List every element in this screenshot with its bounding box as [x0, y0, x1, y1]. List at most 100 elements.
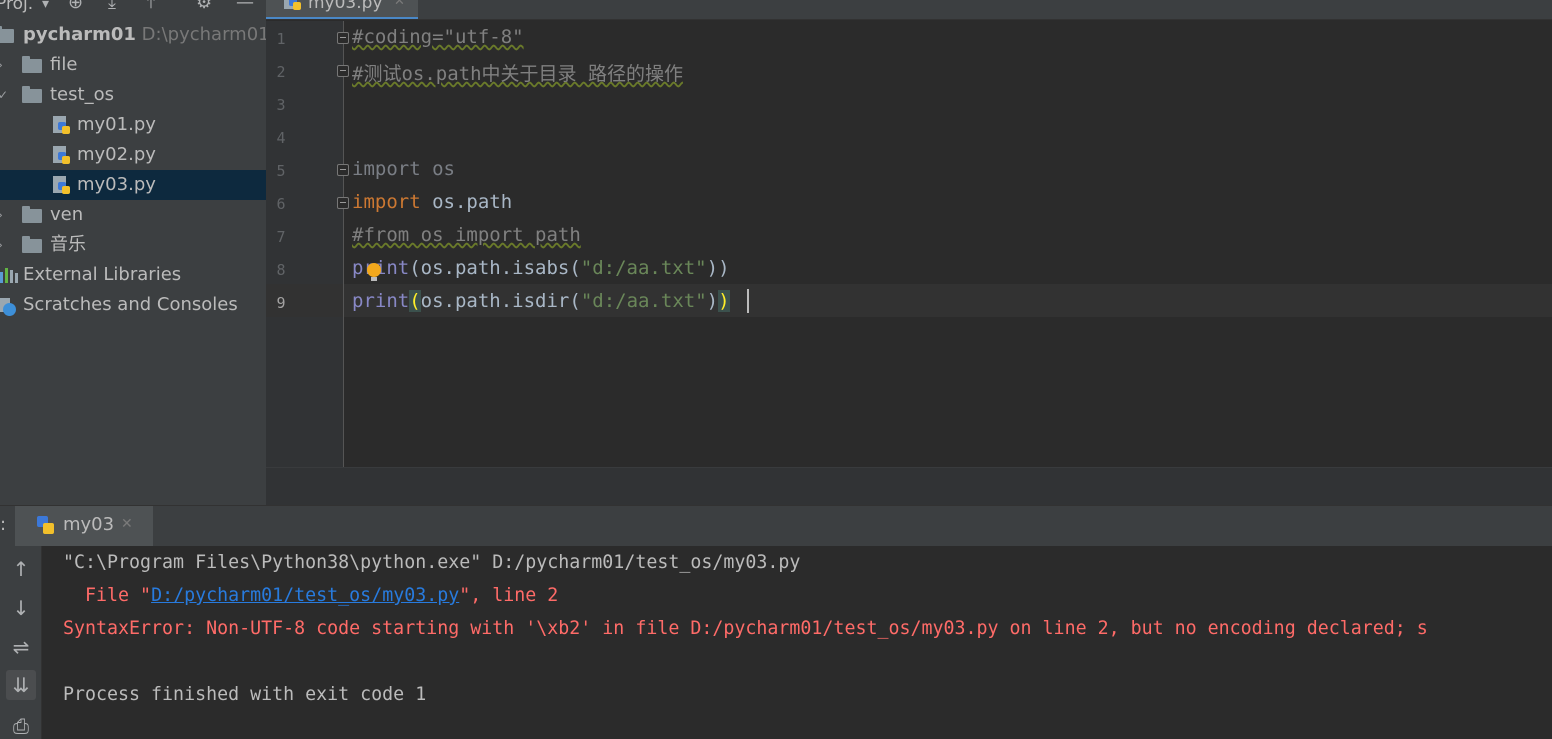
line-number: 2: [276, 63, 286, 81]
code-text: ): [706, 290, 719, 312]
tree-item-scratches[interactable]: Scratches and Consoles: [0, 290, 266, 320]
collapse-all-icon[interactable]: ⤒: [147, 0, 155, 13]
tree-item-external-libraries[interactable]: External Libraries: [0, 260, 266, 290]
text-caret: [747, 289, 749, 313]
locate-target-icon[interactable]: ⊕: [68, 0, 83, 13]
console-line-exit: Process finished with exit code 1: [63, 684, 427, 705]
tree-item-my03[interactable]: my03.py: [0, 170, 266, 200]
line-number: 5: [276, 162, 286, 180]
folder-icon: [0, 26, 14, 43]
python-icon: [35, 516, 55, 536]
code-text: os.path.isdir(: [420, 290, 581, 312]
line-number: 3: [276, 96, 286, 114]
tree-item-label: External Libraries: [23, 264, 182, 285]
tree-item-label: test_os: [50, 84, 114, 105]
editor-breadcrumb-bar: [266, 467, 1552, 505]
chevron-right-icon[interactable]: ›: [0, 230, 3, 260]
comment: #coding="utf-8": [352, 26, 524, 48]
tab-label: my03.py: [308, 0, 383, 13]
tree-item-test-os[interactable]: ✓ test_os: [0, 80, 266, 110]
project-tool-window: Proj. ▾ ⊕ ⤓ ⤒ ⚙ — pycharm01 D:\pycharm01…: [0, 0, 270, 505]
tree-item-music[interactable]: › 音乐: [0, 230, 266, 260]
root-folder-name: pycharm01: [23, 24, 136, 45]
tree-item-file[interactable]: › file: [0, 50, 266, 80]
fold-marker-icon[interactable]: [337, 164, 349, 176]
console-text: ", line 2: [459, 585, 559, 606]
fold-marker-icon[interactable]: [337, 197, 349, 209]
code-line-7: #from os import path: [352, 224, 581, 246]
comment: #from os import path: [352, 224, 581, 246]
code-line-6: import os.path: [352, 191, 512, 213]
run-title-fragment: :: [0, 514, 7, 535]
editor-tab-bar: my03.py ✕: [266, 0, 1552, 20]
tree-item-label: ven: [50, 204, 84, 225]
dropdown-arrow-icon[interactable]: ▾: [42, 0, 49, 12]
fold-marker-icon[interactable]: [337, 32, 349, 44]
fold-marker-icon[interactable]: [337, 65, 349, 77]
tree-item-label: 音乐: [50, 234, 86, 255]
tree-item-label: file: [50, 54, 78, 75]
arrow-down-icon[interactable]: ↓: [6, 593, 36, 623]
code-text: (os.path.isabs(: [409, 257, 581, 279]
code-text: )): [706, 257, 730, 279]
code-line-8: print(os.path.isabs("d:/aa.txt")): [352, 257, 730, 279]
line-number: 8: [276, 261, 286, 279]
string-literal: "d:/aa.txt": [580, 257, 707, 279]
arrow-up-icon[interactable]: ↑: [6, 554, 36, 584]
project-tree: pycharm01 D:\pycharm01 › file ✓ test_os …: [0, 20, 270, 320]
tree-item-label: my02.py: [77, 144, 156, 165]
project-toolbar: Proj. ▾ ⊕ ⤓ ⤒ ⚙ —: [0, 0, 266, 20]
gutter-divider: [343, 21, 344, 467]
python-file-icon: [282, 0, 302, 12]
console-line-command: "C:\Program Files\Python38\python.exe" D…: [63, 552, 801, 573]
keyword: import: [352, 191, 421, 213]
hide-icon[interactable]: —: [236, 0, 254, 13]
close-icon[interactable]: ✕: [121, 516, 133, 532]
soft-wrap-icon[interactable]: ⇌: [6, 632, 36, 662]
line-number: 6: [276, 195, 286, 213]
scratches-icon: [0, 298, 18, 316]
tree-item-label: Scratches and Consoles: [23, 294, 238, 315]
code-line-2: #测试os.path中关于目录 路径的操作: [352, 59, 683, 86]
tree-item-my02[interactable]: my02.py: [0, 140, 266, 170]
close-icon[interactable]: ✕: [394, 0, 405, 9]
tree-item-label: my01.py: [77, 114, 156, 135]
builtin-function: print: [352, 290, 410, 312]
module-unused: os: [420, 158, 455, 180]
print-icon[interactable]: ⎙: [6, 711, 36, 739]
tree-root-pycharm01[interactable]: pycharm01 D:\pycharm01: [0, 20, 270, 50]
folder-icon: [22, 56, 42, 73]
console-line-error: SyntaxError: Non-UTF-8 code starting wit…: [63, 618, 1428, 639]
run-tool-window: : my03 ✕ ↑ ↓ ⇌ ⇊ ⎙ "C:\Program Files\Pyt…: [0, 505, 1552, 739]
chevron-right-icon[interactable]: ›: [0, 200, 3, 230]
tab-my03-py[interactable]: my03.py ✕: [266, 0, 418, 19]
code-line-9: print(os.path.isdir("d:/aa.txt")): [352, 290, 730, 312]
code-line-1: #coding="utf-8": [352, 26, 524, 48]
line-number: 4: [276, 129, 286, 147]
matched-paren: (: [409, 290, 421, 312]
keyword-unused: import: [352, 158, 421, 180]
console-text: File ": [63, 585, 152, 606]
matched-paren: ): [718, 290, 730, 312]
chevron-right-icon[interactable]: ›: [0, 50, 3, 80]
line-number: 7: [276, 228, 286, 246]
code-editor[interactable]: 1 2 3 4 5 6 7 8 9 #coding="utf-8" #测试os.…: [266, 21, 1552, 505]
expand-all-icon[interactable]: ⤓: [108, 0, 116, 13]
run-tab-my03[interactable]: my03 ✕: [15, 506, 153, 546]
library-icon: [0, 267, 18, 283]
comment: #测试os.path中关于目录 路径的操作: [352, 63, 683, 85]
folder-icon: [22, 236, 42, 253]
run-side-toolbar: ↑ ↓ ⇌ ⇊ ⎙: [0, 546, 42, 739]
tree-item-my01[interactable]: my01.py: [0, 110, 266, 140]
tree-item-ven[interactable]: › ven: [0, 200, 266, 230]
gear-icon[interactable]: ⚙: [196, 0, 212, 13]
project-view-selector[interactable]: Proj.: [0, 0, 33, 14]
root-folder-path: D:\pycharm01: [141, 24, 270, 45]
string-literal: "d:/aa.txt": [580, 290, 707, 312]
chevron-down-icon[interactable]: ✓: [0, 80, 8, 110]
line-number: 1: [276, 30, 286, 48]
console-line-file: File "D:/pycharm01/test_os/my03.py", lin…: [63, 585, 558, 606]
scroll-to-end-icon[interactable]: ⇊: [6, 670, 36, 700]
intention-bulb-icon[interactable]: [367, 263, 381, 281]
file-link[interactable]: D:/pycharm01/test_os/my03.py: [151, 585, 459, 606]
